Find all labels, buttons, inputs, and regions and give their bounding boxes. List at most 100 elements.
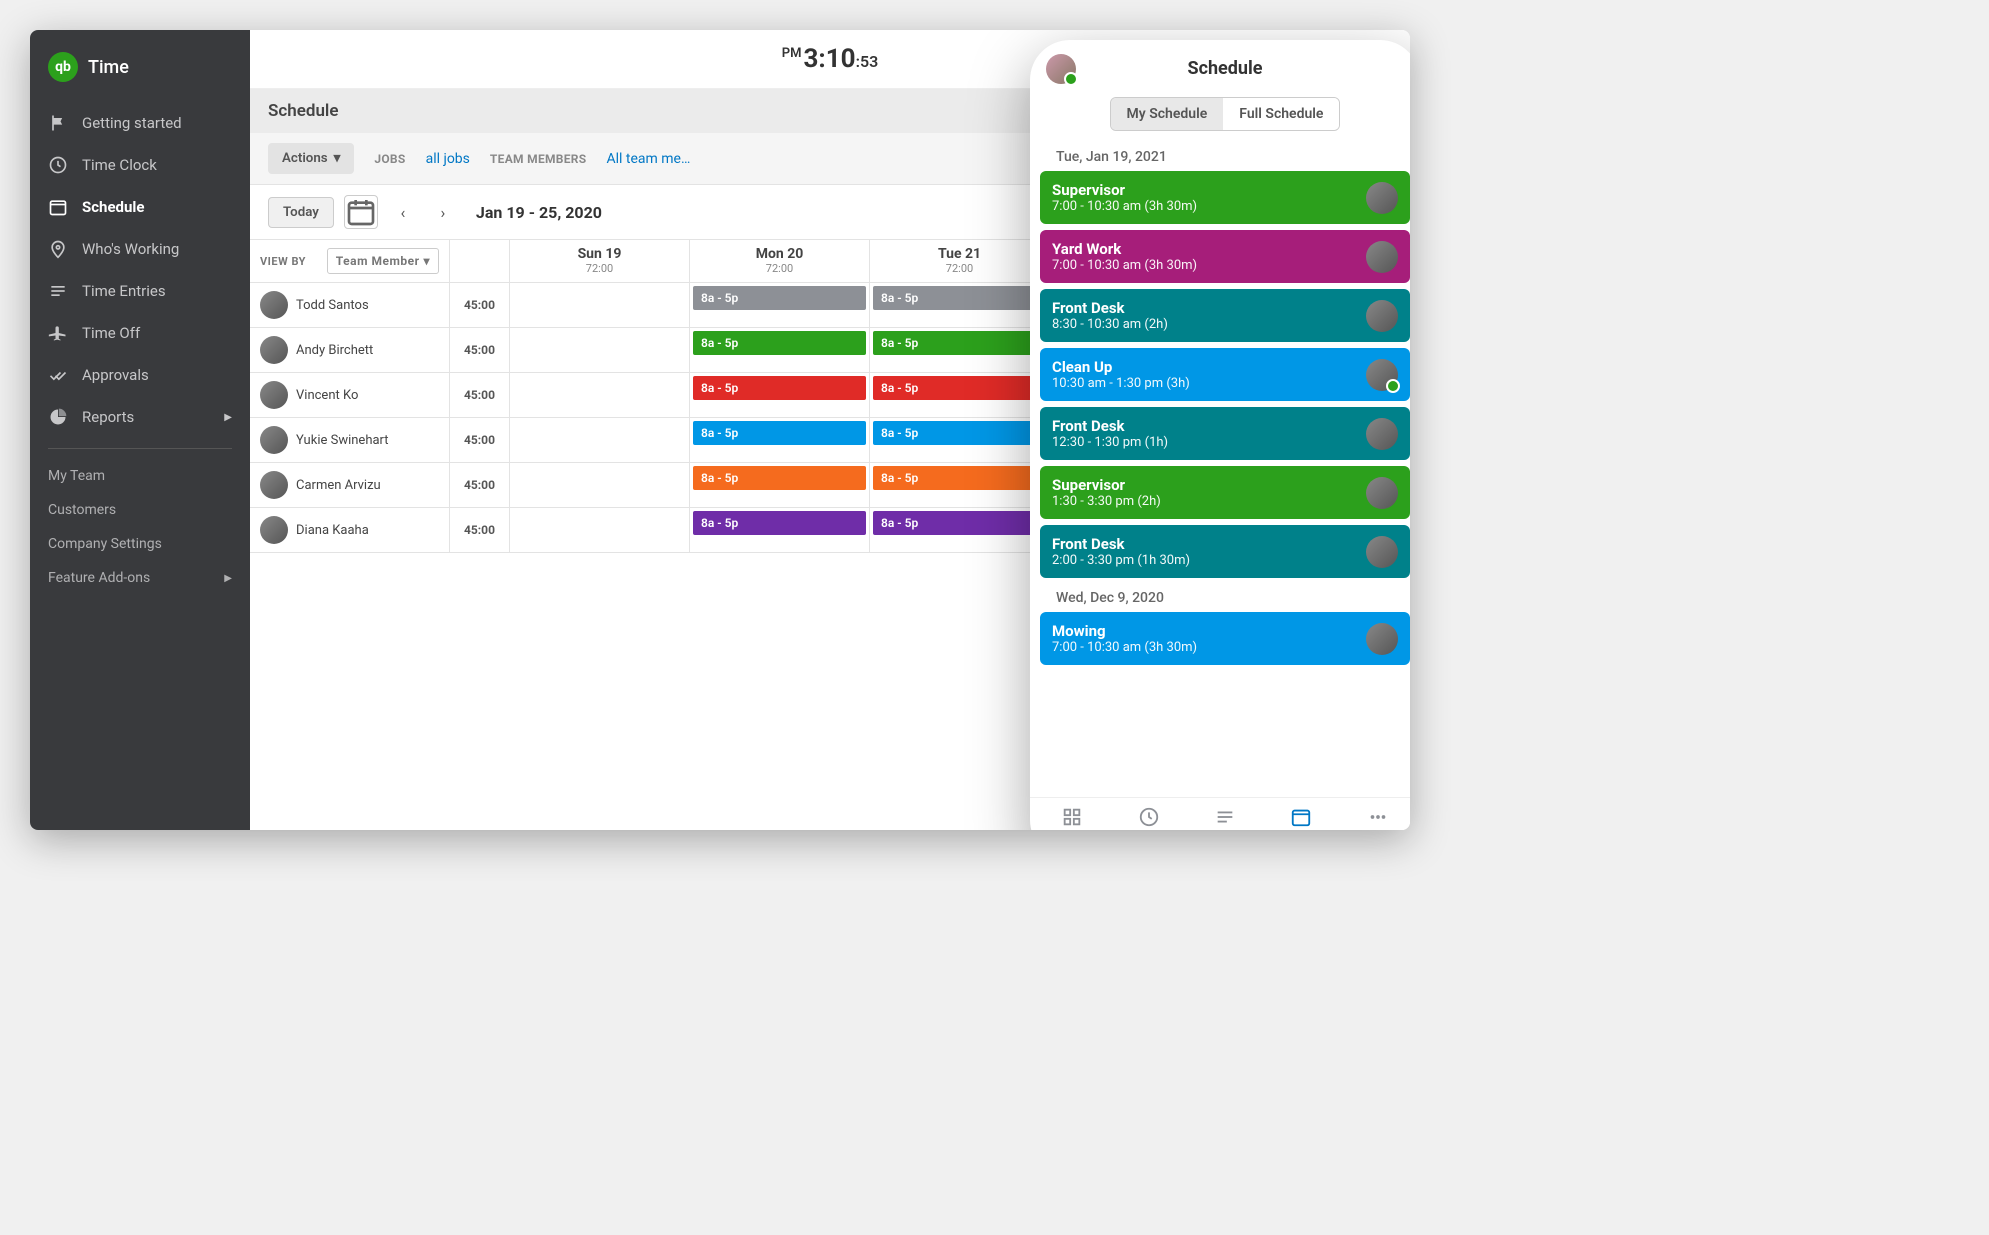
check-icon xyxy=(48,365,68,385)
shift-cell[interactable] xyxy=(510,328,690,372)
shift-block[interactable]: 8a - 5p xyxy=(873,286,1046,310)
member-name: Todd Santos xyxy=(296,298,369,313)
card-time: 2:00 - 3:30 pm (1h 30m) xyxy=(1052,553,1190,568)
shift-block[interactable]: 8a - 5p xyxy=(693,376,866,400)
tab-time-clock[interactable]: Time Clock xyxy=(1110,806,1186,830)
shift-block[interactable]: 8a - 5p xyxy=(693,421,866,445)
shift-cell[interactable]: 8a - 5p xyxy=(690,463,870,507)
shift-cell[interactable]: 8a - 5p xyxy=(870,418,1050,462)
next-week-button[interactable]: › xyxy=(428,197,458,227)
shift-cell[interactable]: 8a - 5p xyxy=(870,328,1050,372)
schedule-card[interactable]: Front Desk2:00 - 3:30 pm (1h 30m) xyxy=(1040,525,1410,578)
schedule-card[interactable]: Front Desk12:30 - 1:30 pm (1h) xyxy=(1040,407,1410,460)
nav-item-who-s-working[interactable]: Who's Working xyxy=(30,228,250,270)
day-header[interactable]: Mon 2072:00 xyxy=(690,240,870,282)
shift-block[interactable]: 8a - 5p xyxy=(693,331,866,355)
shift-cell[interactable] xyxy=(510,508,690,552)
member-cell[interactable]: Carmen Arvizu xyxy=(250,463,450,507)
profile-avatar[interactable] xyxy=(1046,54,1076,84)
shift-cell[interactable]: 8a - 5p xyxy=(690,283,870,327)
nav-item-time-clock[interactable]: Time Clock xyxy=(30,144,250,186)
shift-block[interactable]: 8a - 5p xyxy=(873,421,1046,445)
shift-cell[interactable]: 8a - 5p xyxy=(870,373,1050,417)
member-cell[interactable]: Yukie Swinehart xyxy=(250,418,450,462)
tab-more[interactable]: More xyxy=(1340,806,1410,830)
schedule-tabs: My Schedule Full Schedule xyxy=(1110,97,1341,131)
nav-label: Time Off xyxy=(82,324,140,342)
shift-block[interactable]: 8a - 5p xyxy=(693,511,866,535)
shift-cell[interactable]: 8a - 5p xyxy=(690,508,870,552)
shift-cell[interactable]: 8a - 5p xyxy=(690,418,870,462)
day-header[interactable]: Sun 1972:00 xyxy=(510,240,690,282)
schedule-card[interactable]: Supervisor1:30 - 3:30 pm (2h) xyxy=(1040,466,1410,519)
card-time: 7:00 - 10:30 am (3h 30m) xyxy=(1052,640,1197,655)
nav-item-customers[interactable]: Customers xyxy=(30,493,250,527)
view-by-select[interactable]: Team Member ▾ xyxy=(327,248,439,274)
nav-item-feature-add-ons[interactable]: Feature Add-ons▶ xyxy=(30,561,250,595)
schedule-card[interactable]: Front Desk8:30 - 10:30 am (2h) xyxy=(1040,289,1410,342)
day-header[interactable]: Tue 2172:00 xyxy=(870,240,1050,282)
card-time: 7:00 - 10:30 am (3h 30m) xyxy=(1052,258,1197,273)
prev-week-button[interactable]: ‹ xyxy=(388,197,418,227)
shift-block[interactable]: 8a - 5p xyxy=(873,466,1046,490)
schedule-card[interactable]: Yard Work7:00 - 10:30 am (3h 30m) xyxy=(1040,230,1410,283)
avatar xyxy=(260,336,288,364)
shift-cell[interactable]: 8a - 5p xyxy=(870,463,1050,507)
schedule-card[interactable]: Clean Up10:30 am - 1:30 pm (3h) xyxy=(1040,348,1410,401)
list-icon xyxy=(48,281,68,301)
avatar xyxy=(1366,300,1398,332)
shift-cell[interactable] xyxy=(510,373,690,417)
member-name: Andy Birchett xyxy=(296,343,373,358)
mobile-date-header: Wed, Dec 9, 2020 xyxy=(1040,584,1410,612)
nav-item-approvals[interactable]: Approvals xyxy=(30,354,250,396)
tab-schedule[interactable]: Schedule xyxy=(1263,806,1339,830)
members-filter[interactable]: All team me… xyxy=(607,151,691,167)
jobs-filter[interactable]: all jobs xyxy=(426,151,470,167)
shift-block[interactable]: 8a - 5p xyxy=(693,286,866,310)
grid-icon xyxy=(1061,806,1083,828)
tab-overview[interactable]: Overview xyxy=(1034,806,1110,830)
schedule-card[interactable]: Mowing7:00 - 10:30 am (3h 30m) xyxy=(1040,612,1410,665)
full-schedule-tab[interactable]: Full Schedule xyxy=(1223,98,1339,130)
member-cell[interactable]: Andy Birchett xyxy=(250,328,450,372)
shift-cell[interactable]: 8a - 5p xyxy=(870,283,1050,327)
clock: PM3:10:53 xyxy=(782,44,878,74)
card-title: Yard Work xyxy=(1052,240,1197,258)
shift-block[interactable]: 8a - 5p xyxy=(873,511,1046,535)
card-title: Clean Up xyxy=(1052,358,1190,376)
nav-item-getting-started[interactable]: Getting started xyxy=(30,102,250,144)
mobile-schedule-list[interactable]: Tue, Jan 19, 2021Supervisor7:00 - 10:30 … xyxy=(1030,143,1410,797)
avatar xyxy=(1366,359,1398,391)
my-schedule-tab[interactable]: My Schedule xyxy=(1111,98,1224,130)
shift-cell[interactable]: 8a - 5p xyxy=(690,373,870,417)
member-cell[interactable]: Todd Santos xyxy=(250,283,450,327)
card-title: Front Desk xyxy=(1052,417,1168,435)
nav-item-company-settings[interactable]: Company Settings xyxy=(30,527,250,561)
nav-label: Company Settings xyxy=(48,536,162,552)
actions-button[interactable]: Actions ▾ xyxy=(268,143,354,174)
tab-timesheets[interactable]: Timesheets xyxy=(1187,806,1263,830)
schedule-card[interactable]: Supervisor7:00 - 10:30 am (3h 30m) xyxy=(1040,171,1410,224)
today-button[interactable]: Today xyxy=(268,197,334,228)
shift-block[interactable]: 8a - 5p xyxy=(873,331,1046,355)
nav-item-schedule[interactable]: Schedule xyxy=(30,186,250,228)
shift-cell[interactable]: 8a - 5p xyxy=(690,328,870,372)
nav-item-my-team[interactable]: My Team xyxy=(30,459,250,493)
day-label: Mon 20 xyxy=(690,246,869,262)
member-cell[interactable]: Diana Kaaha xyxy=(250,508,450,552)
chevron-down-icon: ▾ xyxy=(334,151,341,166)
calendar-picker-button[interactable] xyxy=(344,195,378,229)
nav-label: Customers xyxy=(48,502,116,518)
nav-item-time-off[interactable]: Time Off xyxy=(30,312,250,354)
shift-cell[interactable] xyxy=(510,463,690,507)
shift-block[interactable]: 8a - 5p xyxy=(873,376,1046,400)
member-cell[interactable]: Vincent Ko xyxy=(250,373,450,417)
shift-cell[interactable] xyxy=(510,418,690,462)
shift-cell[interactable] xyxy=(510,283,690,327)
member-name: Yukie Swinehart xyxy=(296,433,389,448)
nav-item-time-entries[interactable]: Time Entries xyxy=(30,270,250,312)
nav-label: Schedule xyxy=(82,198,144,216)
shift-cell[interactable]: 8a - 5p xyxy=(870,508,1050,552)
shift-block[interactable]: 8a - 5p xyxy=(693,466,866,490)
nav-item-reports[interactable]: Reports▶ xyxy=(30,396,250,438)
